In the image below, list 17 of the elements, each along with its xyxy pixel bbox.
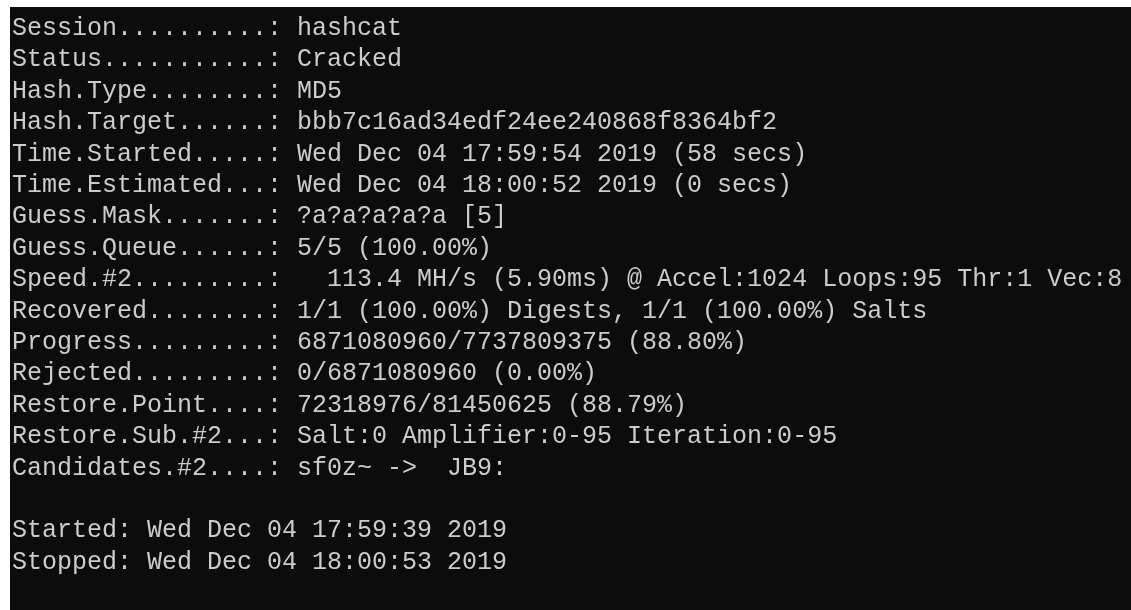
terminal-line: Hash.Target......: bbb7c16ad34edf24ee240868f8364bf2 bbox=[12, 107, 778, 139]
terminal-line: Stopped: Wed Dec 04 18:00:53 2019 bbox=[12, 546, 508, 579]
terminal-line: Status...........: Cracked bbox=[12, 44, 403, 76]
terminal-line: Guess.Queue......: 5/5 (100.00%) bbox=[12, 232, 493, 265]
terminal-line: Restore.Point....: 72318976/81450625 (88.79%) bbox=[12, 389, 688, 422]
terminal-line: Time.Estimated...: Wed Dec 04 18:00:52 2019 (0 secs) bbox=[12, 170, 793, 202]
terminal-line: Progress.........: 6871080960/7737809375 (88.80%) bbox=[12, 327, 748, 359]
terminal-line: Guess.Mask.......: ?a?a?a?a?a [5] bbox=[12, 201, 508, 233]
terminal-line: Rejected.........: 0/6871080960 (0.00%) bbox=[12, 358, 598, 390]
terminal-line: Recovered........: 1/1 (100.00%) Digests, 1/1 (100.00%) Salts bbox=[12, 295, 928, 328]
terminal-line: Hash.Type........: MD5 bbox=[12, 75, 343, 108]
terminal-line: Speed.#2.........: 113.4 MH/s (5.90ms) @ Accel:1024 Loops:95 Thr:1 Vec:8 bbox=[12, 264, 1123, 296]
terminal-line: Started: Wed Dec 04 17:59:39 2019 bbox=[12, 515, 508, 547]
terminal-line: Time.Started.....: Wed Dec 04 17:59:54 2019 (58 secs) bbox=[12, 138, 808, 171]
terminal-line: Candidates.#2....: sf0z~ -> JB9: bbox=[12, 452, 508, 485]
terminal-line: Session..........: hashcat bbox=[12, 13, 403, 45]
terminal-line: Restore.Sub.#2...: Salt:0 Amplifier:0-95 Iteration:0-95 bbox=[12, 421, 838, 453]
